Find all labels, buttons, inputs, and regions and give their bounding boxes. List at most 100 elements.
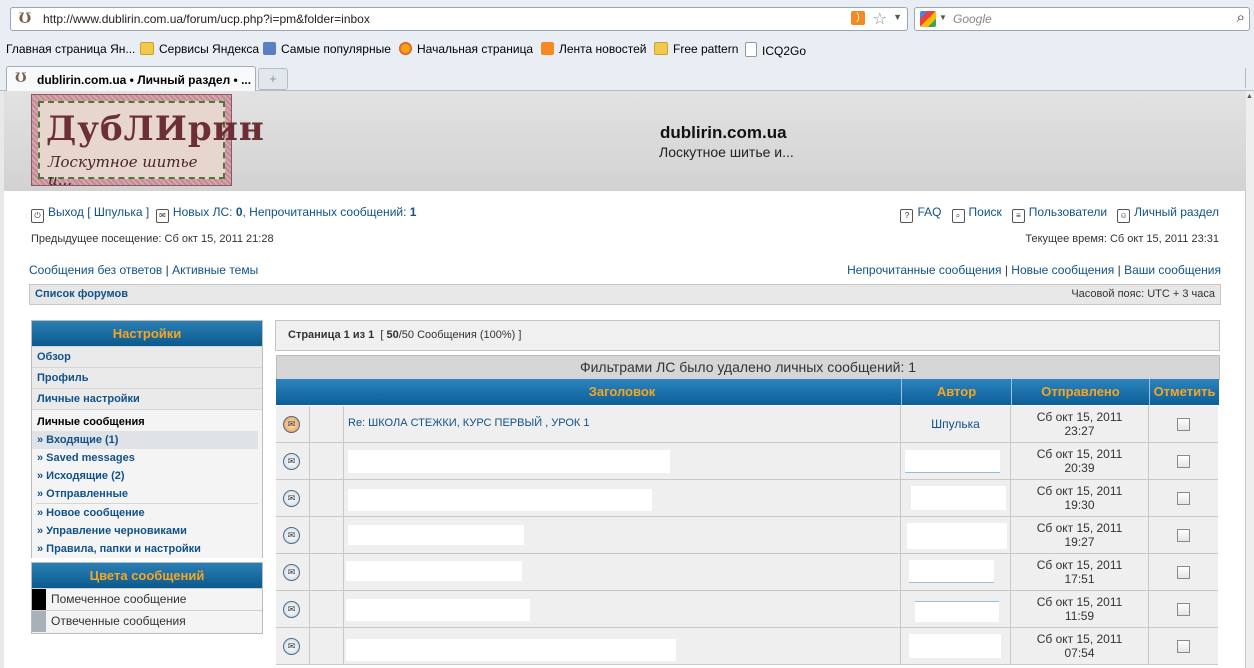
address-bar[interactable]: Ʊ http://www.dublirin.com.ua/forum/ucp.p… xyxy=(10,7,908,31)
sidebar-item-profile[interactable]: Профиль xyxy=(32,367,262,388)
count-value: 50 xyxy=(386,329,399,341)
logout-link[interactable]: Выход [ Шпулька ] xyxy=(48,205,149,219)
read-message-icon: ✉ xyxy=(283,601,300,618)
sidebar-item-preferences[interactable]: Личные настройки xyxy=(32,388,262,409)
new-pm-label[interactable]: Новых ЛС: xyxy=(173,205,236,219)
search-link[interactable]: Поиск xyxy=(969,205,1002,219)
redacted-title xyxy=(346,639,676,661)
message-date: Сб окт 15, 2011 xyxy=(1036,558,1123,572)
scroll-up-icon[interactable]: ▲ xyxy=(1246,93,1253,100)
sidebar-item-inbox[interactable]: » Входящие (1) xyxy=(32,431,258,449)
google-icon[interactable] xyxy=(920,11,936,27)
table-row[interactable]: ✉ Re: ШКОЛА СТЕЖКИ, КУРС ПЕРВЫЙ , УРОК 1… xyxy=(276,406,1218,443)
cell-date: Сб окт 15, 2011 11:59 xyxy=(1011,591,1149,627)
sidebar-item-drafts[interactable]: » Управление черновиками xyxy=(32,522,262,540)
tab-active[interactable]: Ʊ dublirin.com.ua • Личный раздел • ... xyxy=(6,66,256,91)
unread-pm-label[interactable]: , Непрочитанных сообщений: xyxy=(243,205,410,219)
search-bar[interactable]: ▼ Google ⌕ xyxy=(914,7,1250,31)
bookmark-free-pattern[interactable]: Free pattern xyxy=(654,42,738,56)
unread-posts-link[interactable]: Непрочитанные сообщения xyxy=(847,263,1001,277)
message-time: 17:51 xyxy=(1064,572,1095,586)
sidebar-item-outbox[interactable]: » Исходящие (2) xyxy=(32,467,262,485)
message-author-link[interactable]: Шпулька xyxy=(901,417,1010,431)
mark-checkbox[interactable] xyxy=(1177,492,1190,505)
sidebar-item-saved[interactable]: » Saved messages xyxy=(32,449,262,467)
table-row[interactable]: ✉ Сб окт 15, 2011 19:27 xyxy=(276,517,1218,554)
search-icon[interactable]: ⌕ xyxy=(1237,9,1245,26)
table-row[interactable]: ✉ Сб окт 15, 2011 17:51 xyxy=(276,554,1218,591)
bookmark-most-popular[interactable]: Самые популярные xyxy=(263,42,391,56)
bookmark-yandex-services[interactable]: Сервисы Яндекса xyxy=(140,42,259,56)
sidebar-item-compose[interactable]: » Новое сообщение xyxy=(32,504,262,522)
url-dropdown-icon[interactable]: ▼ xyxy=(893,12,902,22)
table-row[interactable]: ✉ Сб окт 15, 2011 19:30 xyxy=(276,480,1218,517)
members-icon: ≡ xyxy=(1011,209,1025,223)
vertical-scrollbar[interactable]: ▲ xyxy=(1245,91,1254,668)
bookmark-news-feed[interactable]: Лента новостей xyxy=(541,42,647,56)
message-colors-header: Цвета сообщений xyxy=(32,563,262,588)
bookmark-label: Сервисы Яндекса xyxy=(159,42,260,56)
cell-title xyxy=(344,591,901,627)
mark-checkbox[interactable] xyxy=(1177,640,1190,653)
page-viewport: ▲ ДубЛИрин Лоскутное шитье и... dublirin… xyxy=(0,91,1254,668)
replied-swatch xyxy=(32,611,46,632)
unread-pm-count[interactable]: 1 xyxy=(410,205,417,219)
mark-checkbox[interactable] xyxy=(1177,566,1190,579)
bookmark-start-page[interactable]: Начальная страница xyxy=(399,42,533,56)
tab-title: dublirin.com.ua • Личный раздел • ... xyxy=(37,73,252,87)
mark-checkbox[interactable] xyxy=(1177,603,1190,616)
browser-chrome: Ʊ http://www.dublirin.com.ua/forum/ucp.p… xyxy=(0,0,1254,91)
new-tab-button[interactable]: + xyxy=(258,68,288,90)
marked-swatch xyxy=(32,589,46,610)
engine-dropdown-icon[interactable]: ▼ xyxy=(939,13,947,22)
cell-mark xyxy=(1149,591,1218,627)
cell-date: Сб окт 15, 2011 23:27 xyxy=(1011,406,1149,442)
bookmark-icq2go[interactable]: ICQ2Go xyxy=(745,42,806,58)
rss-icon[interactable]: ) xyxy=(851,11,865,25)
site-favicon-icon: Ʊ xyxy=(15,71,27,86)
bookmark-yandex-home[interactable]: Главная страница Ян... xyxy=(6,42,135,56)
logo-frame: ДубЛИрин Лоскутное шитье и... xyxy=(38,101,264,189)
sidebar-item-sent[interactable]: » Отправленные xyxy=(32,485,262,503)
search-icon: ⌕ xyxy=(951,209,965,223)
message-title-link[interactable]: Re: ШКОЛА СТЕЖКИ, КУРС ПЕРВЫЙ , УРОК 1 xyxy=(348,417,589,429)
your-posts-link[interactable]: Ваши сообщения xyxy=(1124,263,1221,277)
site-logo[interactable]: ДубЛИрин Лоскутное шитье и... xyxy=(31,94,264,189)
site-description: Лоскутное шитье и... xyxy=(659,144,794,160)
ucp-link[interactable]: Личный раздел xyxy=(1134,205,1219,219)
table-row[interactable]: ✉ Сб окт 15, 2011 07:54 xyxy=(276,628,1218,665)
active-topics-link[interactable]: Активные темы xyxy=(172,263,258,277)
quick-links-left: Сообщения без ответов | Активные темы xyxy=(29,263,258,277)
cell-date: Сб окт 15, 2011 19:27 xyxy=(1011,517,1149,553)
redacted-author xyxy=(911,486,1006,510)
cell-author xyxy=(901,554,1011,590)
unanswered-link[interactable]: Сообщения без ответов xyxy=(29,263,162,277)
tab-scroll-icon[interactable] xyxy=(1245,68,1254,88)
tab-strip: Ʊ dublirin.com.ua • Личный раздел • ... … xyxy=(0,64,1254,91)
search-placeholder[interactable]: Google xyxy=(953,12,992,26)
table-row[interactable]: ✉ Сб окт 15, 2011 20:39 xyxy=(276,443,1218,480)
table-row[interactable]: ✉ Сб окт 15, 2011 11:59 xyxy=(276,591,1218,628)
breadcrumb: Список форумов Часовой пояс: UTC + 3 час… xyxy=(29,284,1221,305)
cell-mark xyxy=(1149,443,1218,479)
message-date: Сб окт 15, 2011 xyxy=(1036,484,1123,498)
sidebar-item-rules[interactable]: » Правила, папки и настройки xyxy=(32,540,262,558)
read-message-icon: ✉ xyxy=(283,490,300,507)
url-text[interactable]: http://www.dublirin.com.ua/forum/ucp.php… xyxy=(43,12,370,26)
last-visit: Предыдущее посещение: Сб окт 15, 2011 21… xyxy=(31,233,274,245)
mark-checkbox[interactable] xyxy=(1177,529,1190,542)
cell-blank xyxy=(310,554,344,590)
column-sent: Отправлено xyxy=(1041,384,1120,399)
cell-title xyxy=(344,554,901,590)
new-posts-link[interactable]: Новые сообщения xyxy=(1011,263,1114,277)
members-link[interactable]: Пользователи xyxy=(1029,205,1107,219)
new-pm-count[interactable]: 0 xyxy=(236,205,243,219)
sidebar-item-overview[interactable]: Обзор xyxy=(32,346,262,367)
bookmark-star-icon[interactable]: ☆ xyxy=(873,9,887,29)
mark-checkbox[interactable] xyxy=(1177,418,1190,431)
forum-index-link[interactable]: Список форумов xyxy=(35,288,128,300)
read-message-icon: ✉ xyxy=(283,638,300,655)
faq-link[interactable]: FAQ xyxy=(917,205,941,219)
message-time: 07:54 xyxy=(1064,646,1095,660)
mark-checkbox[interactable] xyxy=(1177,455,1190,468)
